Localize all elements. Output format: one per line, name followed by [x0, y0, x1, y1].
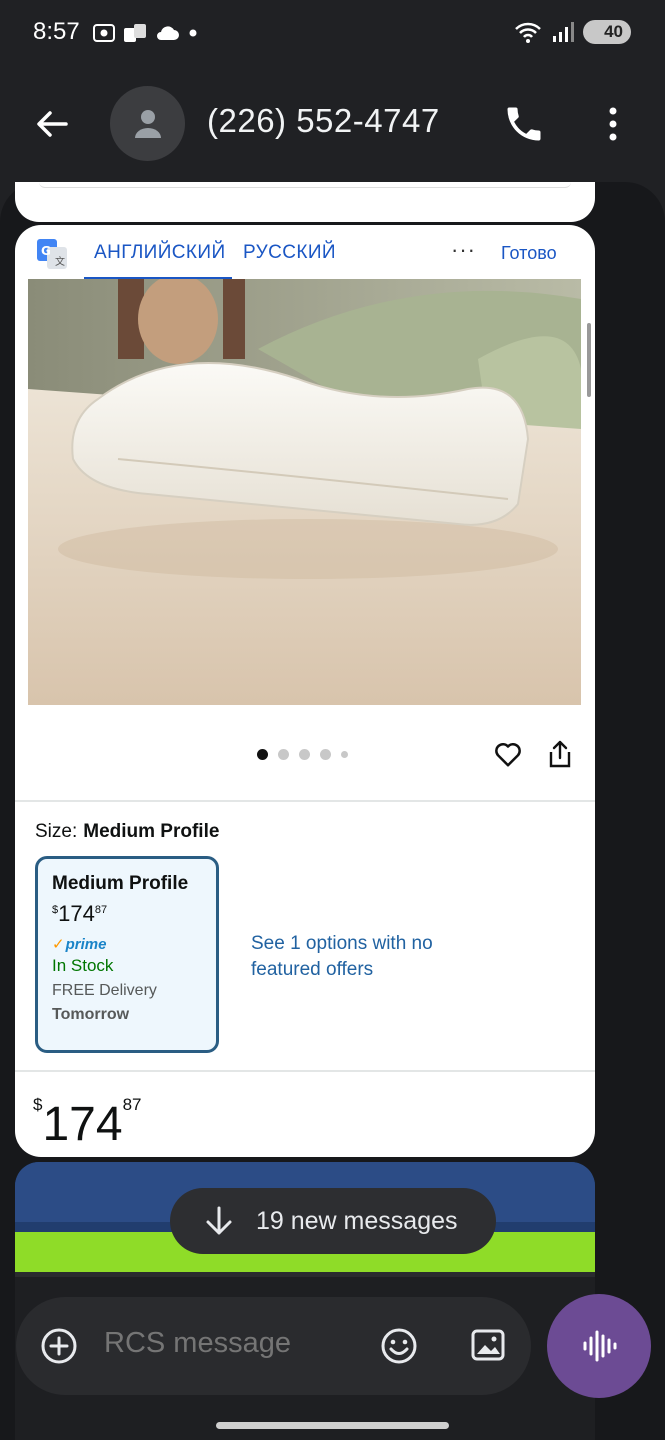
share-icon — [549, 740, 571, 768]
back-button[interactable] — [30, 102, 74, 146]
share-button[interactable] — [547, 739, 573, 769]
status-time: 8:57 — [33, 18, 80, 45]
contact-name[interactable]: (226) 552-4747 — [207, 102, 440, 140]
person-icon — [134, 109, 161, 138]
battery-level: 40 — [604, 22, 623, 41]
google-translate-icon: G 文 — [37, 239, 67, 269]
size-value: Medium Profile — [83, 821, 220, 842]
svg-text:文: 文 — [55, 255, 65, 268]
product-image[interactable] — [28, 279, 581, 705]
previous-message-edge — [39, 182, 571, 188]
gallery-button[interactable] — [468, 1325, 508, 1365]
carousel-dot[interactable] — [299, 749, 310, 760]
battery-icon: 40 — [583, 20, 631, 44]
option-price-whole: 174 — [58, 901, 95, 926]
new-messages-label: 19 new messages — [256, 1206, 458, 1235]
image-carousel-controls — [15, 725, 595, 787]
carousel-dot[interactable] — [341, 751, 348, 758]
carousel-dot[interactable] — [278, 749, 289, 760]
apps-icon — [124, 24, 146, 42]
status-icons-left — [92, 22, 200, 44]
call-button[interactable] — [502, 102, 546, 146]
tab-source-language[interactable]: АНГЛИЙСКИЙ — [94, 242, 226, 264]
wishlist-button[interactable] — [493, 739, 523, 769]
compose-bar — [16, 1297, 531, 1395]
attach-button[interactable] — [38, 1325, 80, 1367]
divider — [15, 1070, 595, 1072]
more-options-button[interactable] — [596, 102, 630, 146]
option-price: $17487 — [52, 901, 202, 927]
audio-waveform-icon — [583, 1330, 617, 1362]
arrow-down-icon — [206, 1206, 232, 1235]
voice-message-button[interactable] — [547, 1294, 651, 1398]
scrollbar-thumb[interactable] — [587, 323, 591, 397]
add-circle-icon — [41, 1328, 77, 1364]
option-price-cents: 87 — [94, 904, 108, 916]
prime-check-icon: ✓ — [52, 936, 65, 953]
pillow-photo — [28, 279, 581, 705]
translate-more-button[interactable]: ··· — [451, 237, 476, 263]
phone-icon — [507, 107, 541, 141]
wifi-icon — [515, 22, 541, 43]
size-label: Size: Medium Profile — [35, 821, 219, 843]
delivery-info: FREE Delivery — [52, 982, 157, 999]
image-icon — [471, 1329, 505, 1361]
price-whole: 174 — [42, 1098, 123, 1151]
carousel-dot[interactable] — [257, 749, 268, 760]
svg-text:G: G — [41, 244, 51, 258]
conversation-header: (226) 552-4747 — [0, 80, 665, 166]
home-indicator[interactable] — [216, 1422, 449, 1429]
prime-label: prime — [65, 936, 107, 953]
translate-bar: G 文 АНГЛИЙСКИЙ РУССКИЙ ··· Готово — [15, 225, 595, 281]
see-options-link[interactable]: See 1 options with no featured offers — [251, 931, 471, 983]
price-cents: 87 — [122, 1095, 142, 1114]
stock-status: In Stock — [52, 956, 114, 975]
divider — [15, 800, 595, 802]
size-option-medium-profile[interactable]: Medium Profile $17487 ✓prime In Stock FR… — [35, 856, 219, 1053]
size-caption: Size: — [35, 821, 78, 842]
previous-message-bubble[interactable] — [15, 182, 595, 222]
screenshot-icon — [93, 24, 115, 42]
product-price: $17487 — [33, 1095, 141, 1152]
new-messages-chip[interactable]: 19 new messages — [170, 1188, 496, 1254]
carousel-dots[interactable] — [257, 749, 348, 760]
heart-icon — [495, 743, 521, 767]
tab-target-language[interactable]: РУССКИЙ — [243, 242, 336, 264]
emoji-button[interactable] — [378, 1325, 420, 1367]
emoji-icon — [381, 1328, 417, 1364]
avatar[interactable] — [110, 86, 185, 161]
status-bar: 8:57 40 — [0, 0, 665, 68]
more-vert-icon — [609, 107, 617, 141]
cloud-icon — [157, 26, 179, 40]
dot-icon — [189, 29, 197, 37]
back-arrow-icon — [37, 111, 68, 137]
option-title: Medium Profile — [52, 873, 189, 894]
prime-badge: ✓prime — [52, 935, 202, 953]
message-input[interactable] — [104, 1327, 354, 1360]
carousel-dot[interactable] — [320, 749, 331, 760]
translate-done-button[interactable]: Готово — [501, 243, 557, 264]
delivery-day: Tomorrow — [52, 1006, 130, 1023]
signal-icon — [553, 22, 574, 42]
product-screenshot-message[interactable]: G 文 АНГЛИЙСКИЙ РУССКИЙ ··· Готово Size: … — [15, 225, 595, 1157]
status-icons-right: 40 — [513, 20, 631, 44]
